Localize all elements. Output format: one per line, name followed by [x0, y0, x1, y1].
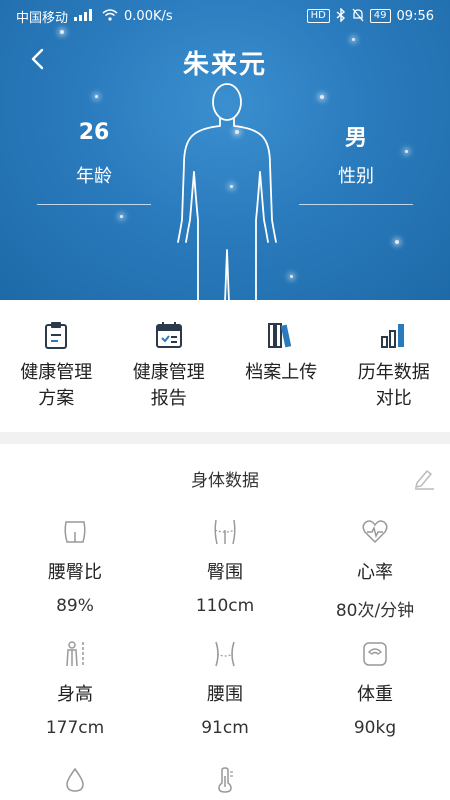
- data-value: 110cm: [195, 596, 255, 616]
- data-value: 91cm: [201, 718, 249, 738]
- sparkle: [395, 240, 399, 244]
- sparkle: [320, 95, 324, 99]
- data-item-water[interactable]: [0, 766, 150, 794]
- heart-rate-icon: [362, 520, 388, 544]
- age-stat: 26 年龄: [37, 120, 151, 205]
- bluetooth-icon: [336, 6, 346, 25]
- menu-label: 档案上传: [245, 362, 318, 383]
- quick-menu: 健康管理 方案 健康管理 报告 档案上传 历年数据 对比: [0, 300, 450, 432]
- section-title: 身体数据: [191, 471, 259, 491]
- data-label: 体重: [357, 684, 393, 705]
- data-item-height[interactable]: 身高 177cm: [0, 640, 150, 738]
- age-value: 26: [78, 120, 110, 145]
- age-label: 年龄: [76, 166, 112, 187]
- menu-label: 健康管理 方案: [20, 362, 93, 409]
- network-speed: 0.00K/s: [124, 8, 173, 24]
- books-icon: [268, 323, 292, 348]
- body-data-header: 身体数据: [0, 462, 450, 492]
- data-item-temperature[interactable]: [150, 766, 300, 794]
- data-value: 90kg: [353, 718, 397, 738]
- section-divider: [0, 432, 450, 444]
- sparkle: [352, 38, 355, 41]
- data-item-waist-hip-ratio[interactable]: 腰臀比 89%: [0, 518, 150, 616]
- status-bar: 中国移动 0.00K/s HD 49 09:56: [0, 0, 450, 32]
- pencil-icon: [414, 469, 434, 490]
- menu-label: 健康管理 报告: [132, 362, 205, 409]
- sparkle: [95, 95, 98, 98]
- data-value: 177cm: [45, 718, 105, 738]
- menu-label: 历年数据 对比: [357, 362, 430, 409]
- hd-badge: HD: [306, 9, 330, 23]
- clipboard-icon: [45, 322, 68, 349]
- menu-yearly-compare[interactable]: 历年数据 对比: [338, 300, 450, 432]
- data-item-weight[interactable]: 体重 90kg: [300, 640, 450, 738]
- human-body-outline-icon: [177, 83, 277, 300]
- mute-bell-icon: [352, 8, 364, 25]
- data-label: 腰围: [207, 684, 243, 705]
- scale-icon: [363, 642, 387, 666]
- hip-icon: [214, 519, 236, 545]
- data-label: 身高: [57, 684, 93, 705]
- carrier-label: 中国移动: [16, 10, 69, 26]
- gender-label: 性别: [338, 166, 374, 187]
- gender-underline: [299, 204, 413, 205]
- clock: 09:56: [396, 8, 434, 24]
- water-drop-icon: [66, 767, 84, 792]
- edit-button[interactable]: [412, 466, 436, 490]
- data-item-hip[interactable]: 臀围 110cm: [150, 518, 300, 616]
- waist-icon: [215, 641, 235, 667]
- gender-stat: 男 性别: [299, 120, 413, 205]
- data-label: 心率: [357, 562, 393, 583]
- data-value: 89%: [56, 596, 94, 616]
- profile-header: 中国移动 0.00K/s HD 49 09:56 朱来元 26 年龄 男 性别: [0, 0, 450, 300]
- menu-health-plan[interactable]: 健康管理 方案: [0, 300, 113, 432]
- signal-icon: [74, 8, 96, 24]
- sparkle: [120, 215, 123, 218]
- age-underline: [37, 204, 151, 205]
- wifi-icon: [102, 8, 118, 24]
- bar-chart-icon: [380, 324, 404, 348]
- data-item-heart-rate[interactable]: 心率 80次/分钟: [300, 518, 450, 621]
- menu-file-upload[interactable]: 档案上传: [225, 300, 338, 432]
- thermometer-icon: [218, 767, 233, 793]
- data-label: 臀围: [207, 562, 243, 583]
- battery-indicator: 49: [369, 9, 391, 23]
- sparkle: [290, 275, 293, 278]
- data-item-waist[interactable]: 腰围 91cm: [150, 640, 300, 738]
- gender-value: 男: [344, 126, 367, 151]
- data-label: 腰臀比: [48, 562, 102, 583]
- menu-health-report[interactable]: 健康管理 报告: [113, 300, 226, 432]
- waist-hip-icon: [64, 521, 86, 543]
- height-icon: [66, 641, 84, 667]
- calendar-check-icon: [155, 322, 182, 348]
- data-value: 80次/分钟: [335, 601, 415, 621]
- page-title: 朱来元: [182, 50, 267, 80]
